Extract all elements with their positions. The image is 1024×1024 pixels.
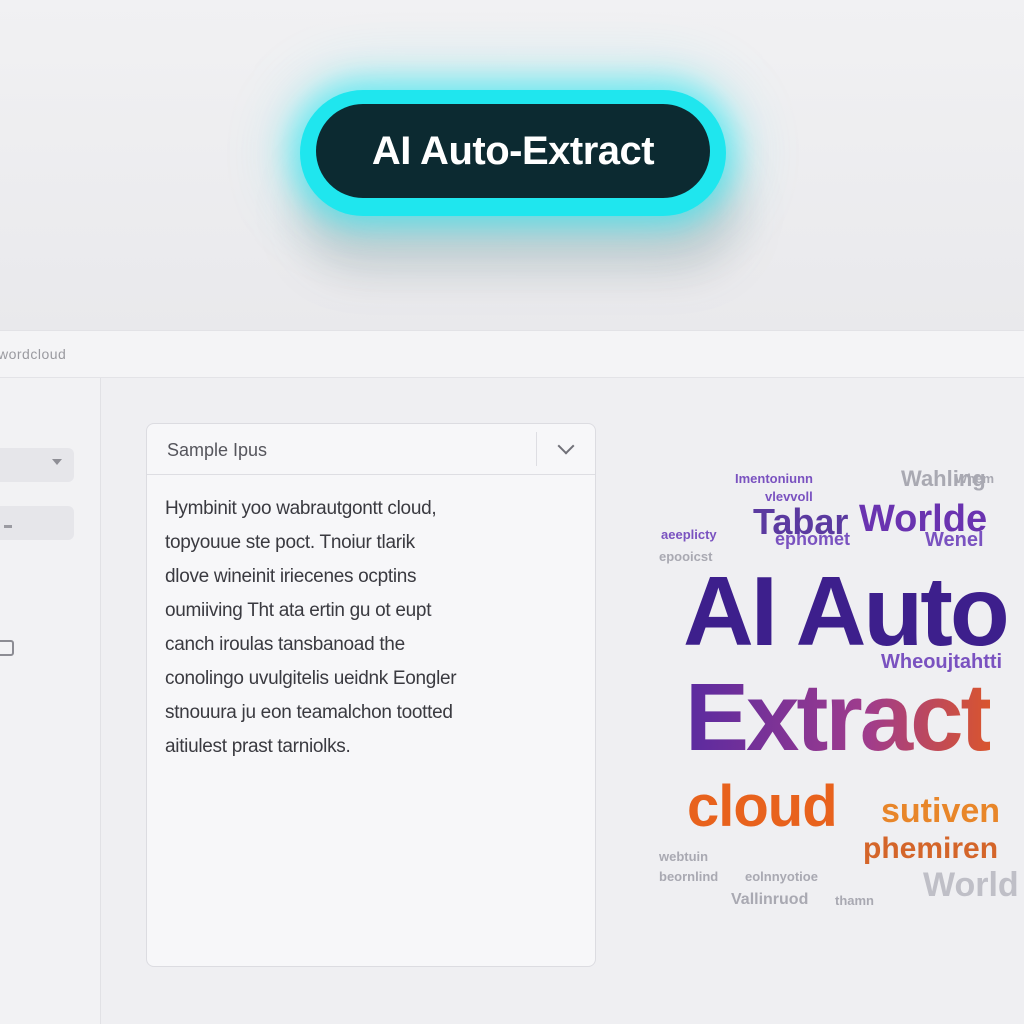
sample-dropdown-button[interactable] (537, 424, 595, 474)
chevron-down-icon (557, 437, 575, 455)
text-line: oumiiving Tht ata ertin gu ot eupt (165, 600, 432, 621)
cloud-word: World (923, 866, 1019, 904)
panel-header: Sample Ipus (147, 424, 595, 475)
app-title: wordcloud (0, 346, 67, 362)
cloud-word: Imentoniunn (735, 471, 813, 486)
cloud-word: aeeplicty (661, 527, 717, 542)
cloud-word: phemiren (863, 832, 999, 865)
text-line: topyouue ste poct. Tnoiur tlarik (165, 532, 415, 553)
panel-title: Sample Ipus (167, 440, 268, 460)
app-window: wordcloud Sample Ipus Hymbinit yoo wabra… (0, 330, 1024, 1024)
cloud-word: webtuin (659, 849, 709, 864)
cloud-word: Worlde (859, 498, 988, 540)
sidebar-select[interactable] (0, 448, 74, 482)
ai-auto-extract-button[interactable]: AI Auto-Extract (316, 104, 710, 198)
sample-input-panel: Sample Ipus Hymbinit yoo wabrautgontt cl… (146, 423, 596, 967)
text-line: Hymbinit yoo wabrautgontt cloud, (165, 498, 437, 519)
cloud-word: thamn (835, 893, 874, 908)
cloud-word: Vallinruod (731, 891, 809, 908)
cloud-word: Tabar (753, 501, 849, 542)
field-marker (4, 525, 12, 528)
word-cloud: Imentoniunn Wahling vlevvoll aeeplicty e… (655, 466, 1024, 926)
sidebar (0, 378, 101, 1024)
sidebar-field[interactable] (0, 506, 74, 540)
app-header: wordcloud (0, 331, 1024, 378)
cloud-word: beornlind (659, 869, 719, 884)
panel-icon[interactable] (0, 640, 14, 656)
cloud-word-primary: Extract (685, 664, 992, 771)
text-line: stnouura ju eon teamalchon tootted (165, 702, 453, 723)
text-line: conolingo uvulgitelis ueidnk Eongler (165, 668, 457, 689)
text-line: dlove wineinit iriecenes ocptins (165, 566, 417, 587)
text-line: canch iroulas tansbanoad the (165, 634, 405, 655)
screen: AI Auto-Extract wordcloud Sample Ipus Hy… (0, 0, 1024, 1024)
cloud-word-accent: cloud (687, 774, 838, 839)
text-line: aitiulest prast tarniolks. (165, 736, 351, 757)
cloud-word: sutiven (881, 792, 1001, 830)
cloud-word-primary: AI Auto (683, 556, 1010, 666)
chevron-down-icon (52, 459, 62, 465)
cloud-word: Whem (955, 471, 994, 486)
sample-text-area[interactable]: Hymbinit yoo wabrautgontt cloud, topyouu… (165, 492, 565, 764)
hero-area: AI Auto-Extract (0, 0, 1024, 330)
main-content: Sample Ipus Hymbinit yoo wabrautgontt cl… (101, 378, 1024, 1024)
cloud-word: eolnnyotioe (745, 869, 818, 884)
